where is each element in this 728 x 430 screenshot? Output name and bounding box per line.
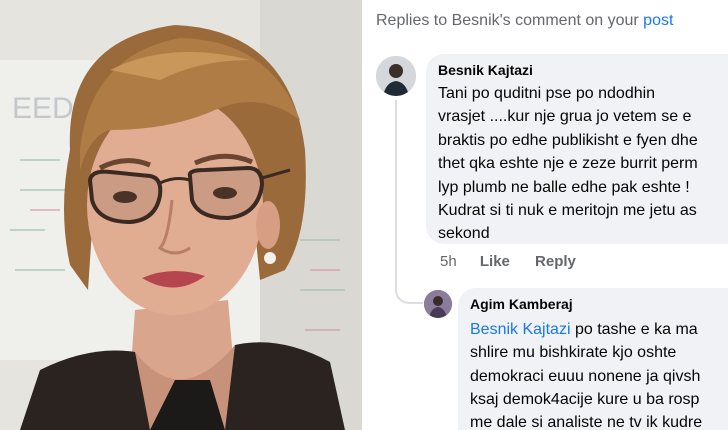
comment-line: thet qka eshte nje e zeze burrit perm	[438, 155, 698, 173]
comments-panel: Replies to Besnik's comment on your post…	[362, 0, 728, 430]
like-button[interactable]: Like	[480, 253, 510, 270]
comment-bubble: Agim Kamberaj Besnik Kajtazi po tashe e …	[458, 288, 728, 430]
comment-actions: 5h Like Reply	[440, 253, 576, 270]
replies-header-text: Replies to Besnik's comment on your	[376, 12, 644, 29]
wall-text: EED	[12, 92, 74, 125]
earring	[264, 252, 276, 264]
comment-author[interactable]: Agim Kamberaj	[470, 296, 573, 312]
post-link[interactable]: post	[643, 12, 673, 29]
user-avatar-icon	[424, 290, 452, 318]
woman-portrait-image: EED	[0, 0, 362, 430]
comment-line: braktis po edhe publikisht e fyen dhe	[438, 131, 698, 149]
thread-line	[395, 100, 397, 286]
comment-text: Besnik Kajtazi po tashe e ka ma shlire m…	[470, 318, 702, 430]
comment-line: me dale si analiste ne tv ik kudre	[470, 414, 703, 430]
comment-line: Besnik Kajtazi po tashe e ka ma	[470, 318, 702, 341]
replies-header: Replies to Besnik's comment on your post	[376, 12, 673, 30]
comment-line: ksaj demok4acije kure u ba rosp	[470, 390, 700, 408]
comment-text: Tani po quditni pse po ndodhin vrasjet .…	[438, 82, 698, 246]
comment-timestamp[interactable]: 5h	[440, 253, 457, 270]
comment-line: sekond	[438, 225, 490, 243]
reply-button[interactable]: Reply	[535, 253, 576, 270]
comment-line: lyp plumb ne balle edhe pak eshte !	[438, 178, 690, 196]
news-photo: EED	[0, 0, 362, 430]
thread-connector	[395, 272, 423, 304]
comment-line: shlire mu bishkirate kjo oshte	[470, 344, 677, 362]
comment-line: Tani po quditni pse po ndodhin	[438, 85, 656, 102]
comment-line-rest: po tashe e ka ma	[570, 321, 698, 338]
user-avatar-icon	[376, 56, 416, 96]
comment-line: Kudrat si ti nuk e meritojn me jetu as	[438, 202, 697, 220]
mention-link[interactable]: Besnik Kajtazi	[470, 321, 571, 338]
comment-line: vrasjet ....kur nje grua jo vetem se e	[438, 108, 692, 126]
comment-line: demokraci euuu nonene ja qivsh	[470, 367, 701, 385]
comment-author[interactable]: Besnik Kajtazi	[438, 62, 533, 78]
avatar[interactable]	[376, 56, 416, 96]
comment-bubble: Besnik Kajtazi Tani po quditni pse po nd…	[426, 54, 728, 244]
avatar[interactable]	[424, 290, 452, 318]
